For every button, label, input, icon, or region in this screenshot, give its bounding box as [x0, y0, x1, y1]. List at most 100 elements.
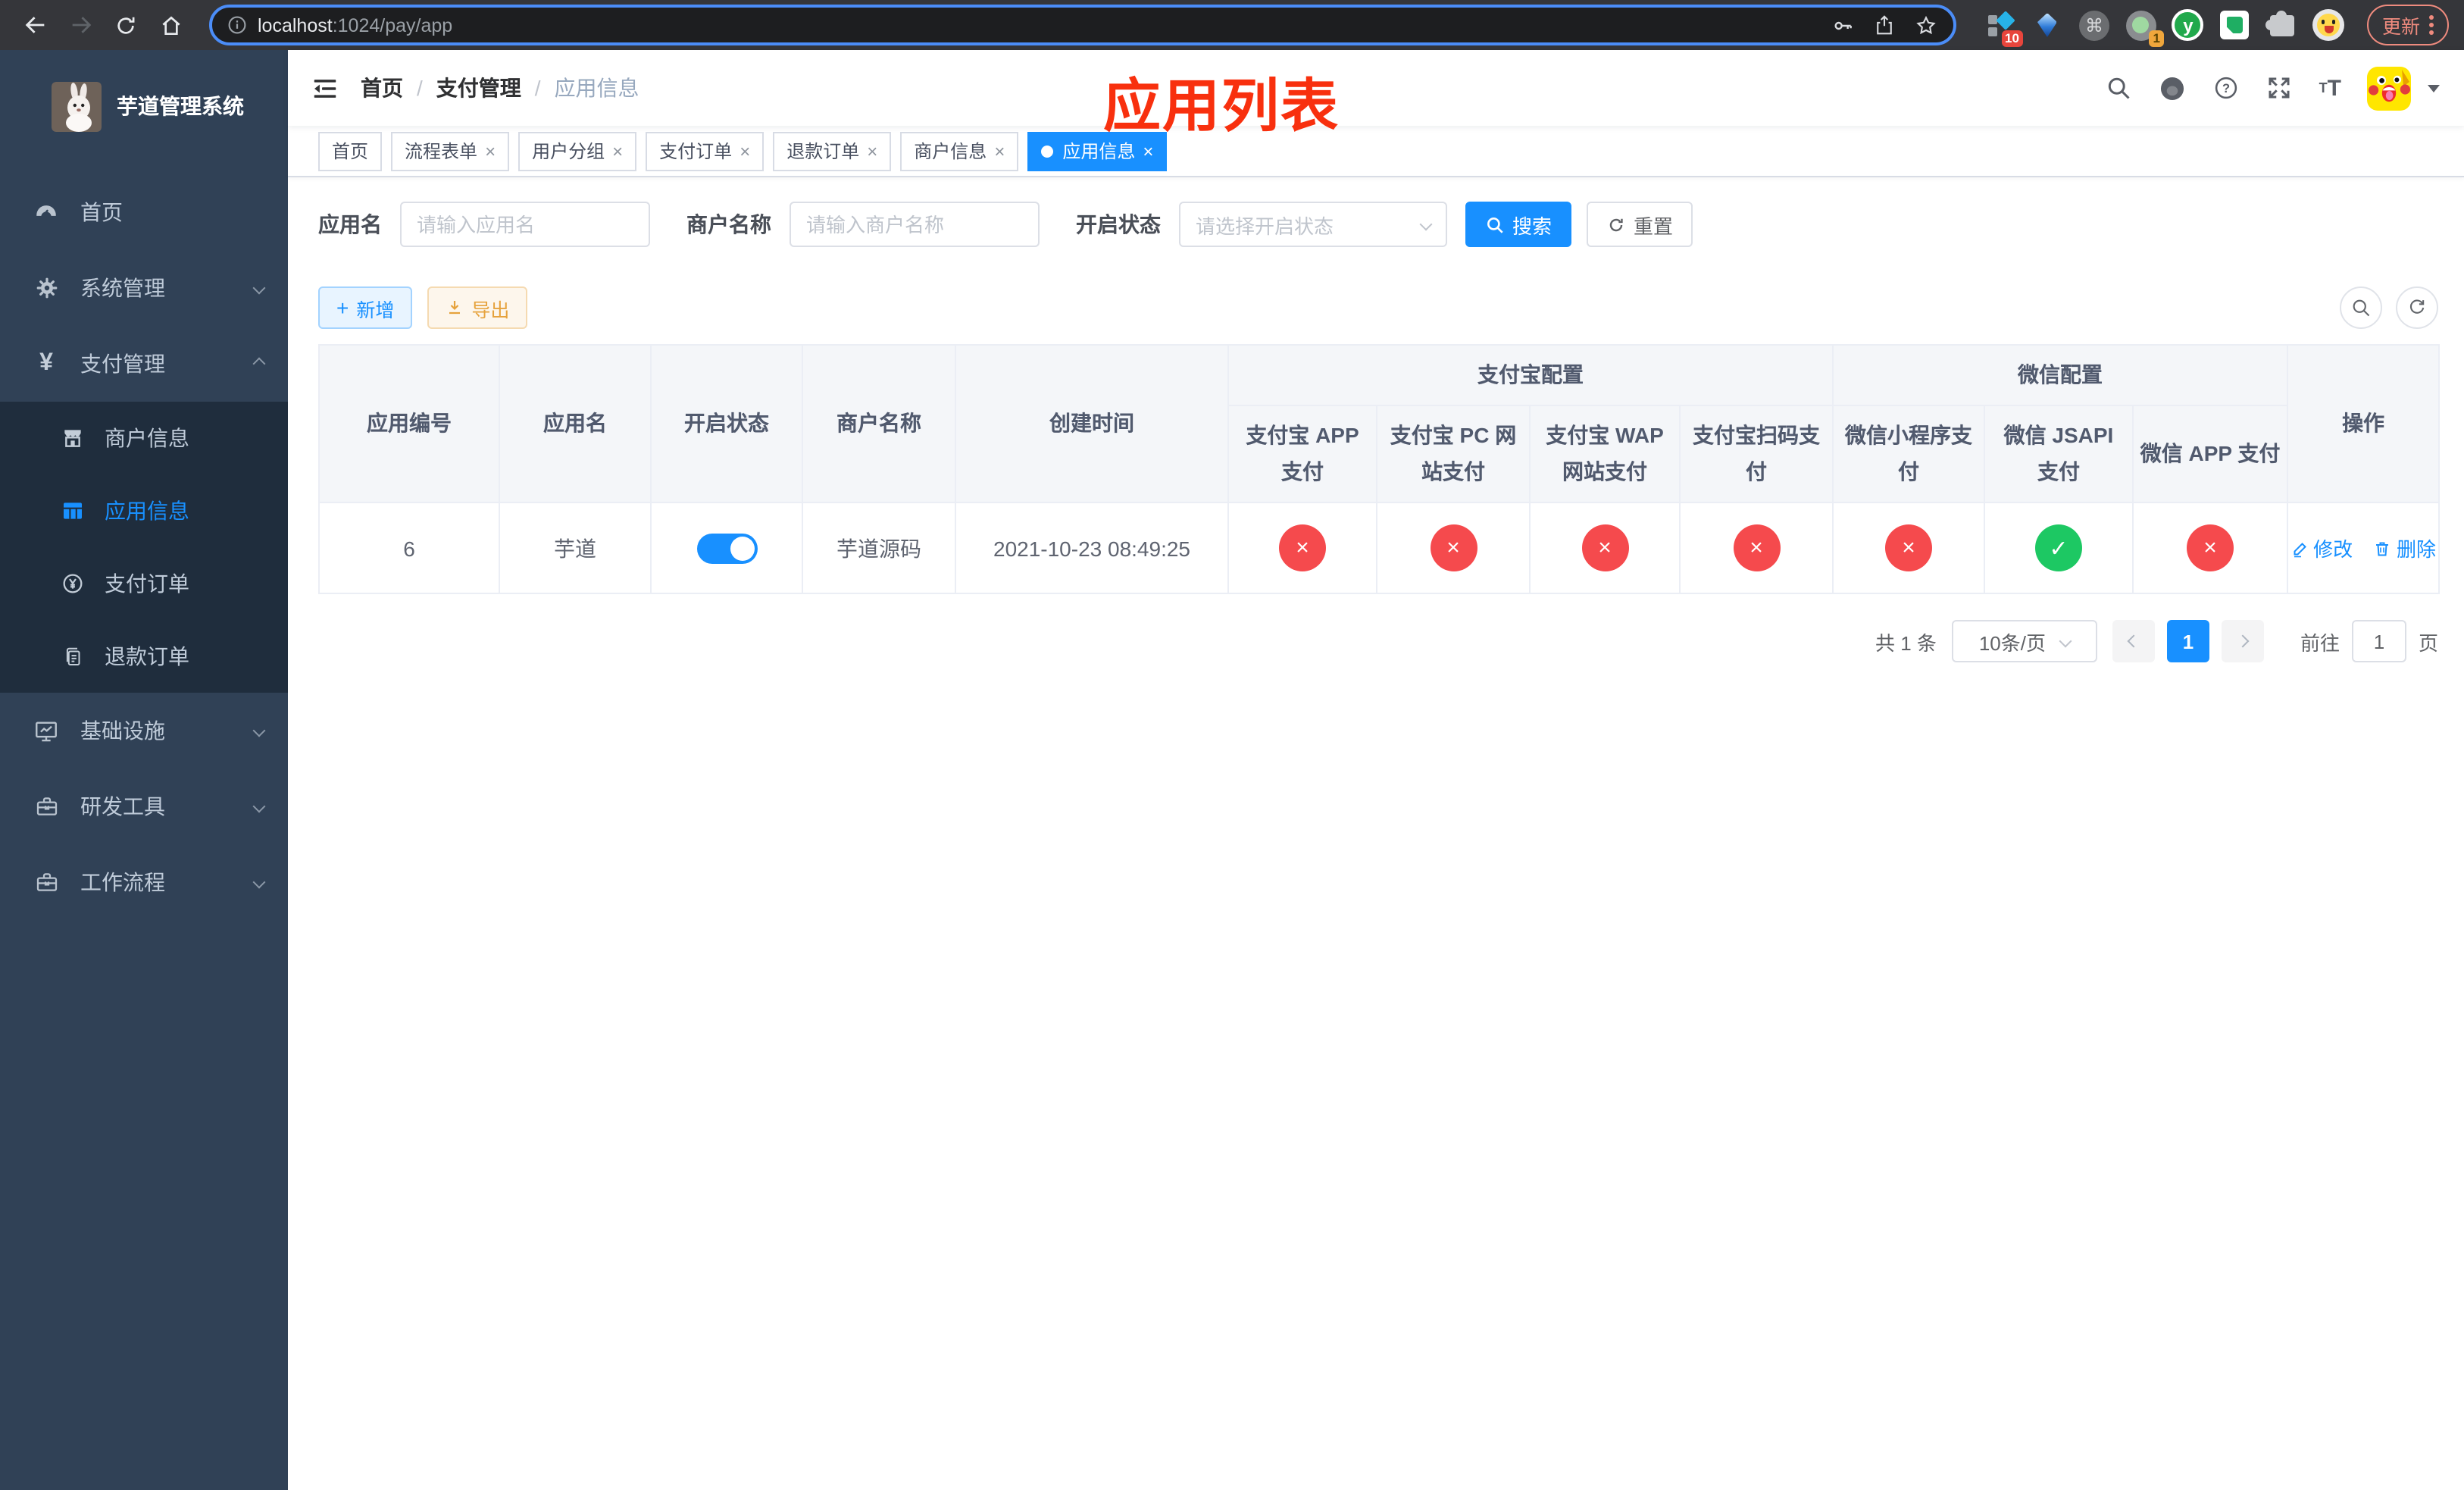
- merchant-name-label: 商户名称: [686, 212, 771, 236]
- close-icon[interactable]: ×: [1143, 142, 1153, 160]
- green-square-extension-icon[interactable]: [2219, 8, 2252, 42]
- status-select[interactable]: 请选择开启状态: [1179, 202, 1447, 247]
- reset-button[interactable]: 重置: [1587, 202, 1693, 247]
- donut-extension-icon[interactable]: 1: [2125, 8, 2164, 46]
- grid-extension-icon[interactable]: 10: [1984, 8, 2023, 46]
- tab-refund-order[interactable]: 退款订单 ×: [773, 131, 892, 171]
- prev-page-button[interactable]: [2112, 620, 2155, 662]
- sidebar-item-system[interactable]: 系统管理: [0, 250, 288, 326]
- close-icon[interactable]: ×: [485, 142, 496, 160]
- command-extension-icon[interactable]: ⌘: [2078, 8, 2111, 42]
- sidebar-item-home[interactable]: 首页: [0, 174, 288, 250]
- col-actions: 操作: [2287, 344, 2441, 503]
- add-button[interactable]: + 新增: [318, 286, 413, 329]
- github-icon[interactable]: [2159, 74, 2187, 102]
- browser-profile-avatar[interactable]: [2312, 8, 2346, 42]
- extensions-puzzle-icon[interactable]: [2265, 8, 2299, 42]
- page-size-select[interactable]: 10条/页: [1951, 620, 2097, 662]
- rabbit-logo-icon: [52, 81, 102, 131]
- site-info-icon[interactable]: [227, 15, 247, 35]
- briefcase-icon: [33, 870, 59, 894]
- green-y-extension-icon[interactable]: y: [2172, 8, 2205, 42]
- goto-page-input[interactable]: [2351, 620, 2406, 662]
- browser-home-button[interactable]: [152, 5, 191, 45]
- close-icon[interactable]: ×: [994, 142, 1005, 160]
- user-avatar[interactable]: [2367, 66, 2411, 110]
- sidebar-item-dev-tools[interactable]: 研发工具: [0, 768, 288, 844]
- col-wx-app: 微信 APP 支付: [2131, 405, 2289, 503]
- sidebar-collapse-button[interactable]: [311, 74, 339, 102]
- help-icon[interactable]: ?: [2213, 74, 2240, 102]
- kite-extension-icon[interactable]: [2031, 8, 2064, 42]
- plus-icon: +: [336, 296, 349, 320]
- browser-update-button[interactable]: 更新: [2366, 5, 2449, 45]
- breadcrumb-home[interactable]: 首页: [361, 73, 403, 103]
- goto-label: 前往: [2300, 631, 2340, 654]
- close-icon[interactable]: ×: [867, 142, 877, 160]
- page-annotation: 应用列表: [1103, 76, 1340, 139]
- browser-menu-icon[interactable]: [2429, 15, 2434, 35]
- tab-user-group[interactable]: 用户分组 ×: [518, 131, 637, 171]
- sidebar-item-merchant-info[interactable]: 商户信息: [0, 402, 288, 474]
- cell-app-id: 6: [318, 502, 500, 594]
- yen-icon: ¥: [39, 350, 53, 376]
- merchant-name-input[interactable]: [790, 202, 1040, 247]
- bookmark-star-icon[interactable]: [1914, 13, 1938, 37]
- avatar-caret-icon[interactable]: [2428, 84, 2440, 92]
- cell-merchant: 芋道源码: [802, 502, 956, 594]
- group-alipay-config: 支付宝配置: [1227, 344, 1834, 406]
- sidebar-item-infra[interactable]: 基础设施: [0, 693, 288, 768]
- col-app-id: 应用编号: [318, 344, 500, 503]
- password-key-icon[interactable]: [1831, 13, 1855, 37]
- share-icon[interactable]: [1873, 14, 1896, 36]
- sidebar-item-refund-order[interactable]: 退款订单: [0, 620, 288, 693]
- pagination: 共 1 条 10条/页 1 前往 页: [318, 620, 2438, 662]
- col-wx-mini: 微信小程序支付: [1832, 405, 1985, 503]
- close-icon[interactable]: ×: [740, 142, 750, 160]
- tab-merchant-info[interactable]: 商户信息 ×: [900, 131, 1019, 171]
- col-create-time: 创建时间: [955, 344, 1229, 503]
- main-area: 应用列表 首页 / 支付管理 / 应用信息 ? T T 首页 流程表单 × 用户…: [288, 50, 2464, 1490]
- page-number-1[interactable]: 1: [2166, 620, 2209, 662]
- navbar-actions: ? TT: [2106, 66, 2440, 110]
- refresh-table-button[interactable]: [2396, 286, 2438, 329]
- extension-badge: 10: [2001, 30, 2023, 46]
- browser-forward-button[interactable]: [61, 5, 100, 45]
- tab-home[interactable]: 首页: [318, 131, 383, 171]
- search-icon[interactable]: [2106, 74, 2133, 102]
- close-icon[interactable]: ×: [612, 142, 623, 160]
- sidebar-item-payment[interactable]: ¥ 支付管理: [0, 326, 288, 402]
- breadcrumb-level1[interactable]: 支付管理: [436, 73, 521, 103]
- forward-arrow-icon: [71, 17, 91, 33]
- delete-link[interactable]: 删除: [2374, 534, 2436, 562]
- col-alipay-pc: 支付宝 PC 网站支付: [1376, 405, 1531, 503]
- yen-circle-icon: [61, 571, 85, 596]
- chevron-left-icon: [2127, 634, 2140, 648]
- group-wechat-config: 微信配置: [1831, 344, 2289, 406]
- next-page-button[interactable]: [2221, 620, 2264, 662]
- export-button[interactable]: 导出: [427, 286, 528, 329]
- sidebar-item-app-info[interactable]: 应用信息: [0, 474, 288, 547]
- fullscreen-icon[interactable]: [2266, 74, 2294, 102]
- url-path: :1024/pay/app: [332, 14, 453, 36]
- browser-toolbar: localhost :1024/pay/app 10 ⌘ 1 y 更新: [0, 0, 2464, 50]
- pay-status-circle: ×: [1430, 524, 1477, 571]
- app-table: 应用编号 应用名 开启状态 商户名称 创建时间 支付宝配置 微信配置 操作 支付…: [318, 344, 2441, 594]
- sidebar-item-workflow[interactable]: 工作流程: [0, 844, 288, 920]
- sidebar-item-pay-order[interactable]: 支付订单: [0, 547, 288, 620]
- tab-pay-order[interactable]: 支付订单 ×: [646, 131, 765, 171]
- pay-status-circle: ×: [1885, 524, 1932, 571]
- address-bar[interactable]: localhost :1024/pay/app: [209, 5, 1956, 45]
- browser-reload-button[interactable]: [106, 5, 145, 45]
- pay-status-circle: ✓: [2035, 524, 2082, 571]
- status-toggle[interactable]: [696, 533, 757, 563]
- show-search-button[interactable]: [2340, 286, 2382, 329]
- browser-back-button[interactable]: [15, 5, 55, 45]
- tab-process-form[interactable]: 流程表单 ×: [391, 131, 510, 171]
- col-alipay-wap: 支付宝 WAP 网站支付: [1529, 405, 1681, 503]
- app-name-input[interactable]: [400, 202, 650, 247]
- sidebar-logo[interactable]: 芋道管理系统: [0, 50, 288, 150]
- font-size-icon[interactable]: TT: [2319, 75, 2341, 101]
- edit-link[interactable]: 修改: [2290, 534, 2353, 562]
- search-button[interactable]: 搜索: [1465, 202, 1572, 247]
